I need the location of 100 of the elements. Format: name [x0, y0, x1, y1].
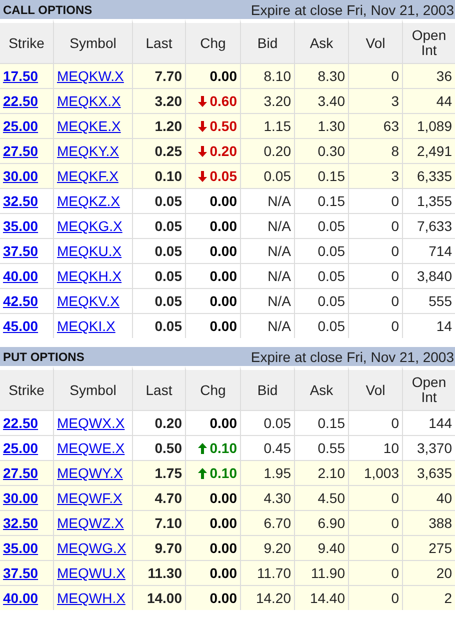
strike-link[interactable]: 27.50	[3, 465, 38, 481]
column-header: Last	[132, 366, 185, 410]
last-cell: 4.70	[132, 485, 185, 510]
change-value: 0.50	[210, 118, 237, 134]
open-interest-cell: 44	[402, 88, 455, 113]
strike-link[interactable]: 40.00	[3, 268, 38, 284]
last-cell: 14.00	[132, 585, 185, 610]
symbol-link[interactable]: MEQWX.X	[57, 415, 125, 431]
symbol-link[interactable]: MEQWY.X	[57, 465, 123, 481]
open-interest-cell: 36	[402, 63, 455, 88]
change-value: 0.05	[210, 168, 237, 184]
open-interest-cell: 2,491	[402, 138, 455, 163]
volume-cell: 0	[348, 585, 402, 610]
strike-link[interactable]: 32.50	[3, 515, 38, 531]
strike-link[interactable]: 30.00	[3, 490, 38, 506]
volume-cell: 3	[348, 88, 402, 113]
strike-link[interactable]: 22.50	[3, 415, 38, 431]
strike-link[interactable]: 45.00	[3, 318, 38, 334]
volume-cell: 0	[348, 485, 402, 510]
symbol-link[interactable]: MEQKU.X	[57, 243, 122, 259]
ask-cell: 0.15	[294, 410, 348, 435]
strike-link[interactable]: 40.00	[3, 590, 38, 606]
symbol-link[interactable]: MEQKE.X	[57, 118, 121, 134]
strike-link[interactable]: 27.50	[3, 143, 38, 159]
symbol-link[interactable]: MEQKV.X	[57, 293, 120, 309]
strike-link[interactable]: 25.00	[3, 118, 38, 134]
last-cell: 0.10	[132, 163, 185, 188]
change-value: 0.10	[210, 465, 237, 481]
ask-cell: 14.40	[294, 585, 348, 610]
column-header: Last	[132, 19, 185, 63]
bid-cell: 8.10	[240, 63, 294, 88]
symbol-link[interactable]: MEQKH.X	[57, 268, 122, 284]
symbol-link[interactable]: MEQWE.X	[57, 440, 125, 456]
symbol-link[interactable]: MEQKW.X	[57, 68, 124, 84]
symbol-link[interactable]: MEQKG.X	[57, 218, 122, 234]
last-cell: 0.05	[132, 263, 185, 288]
expiry-date: Expire at close Fri, Nov 21, 2003	[250, 348, 454, 364]
bid-cell: N/A	[240, 213, 294, 238]
bid-cell: 14.20	[240, 585, 294, 610]
open-interest-cell: 7,633	[402, 213, 455, 238]
ask-cell: 4.50	[294, 485, 348, 510]
ask-cell: 0.05	[294, 238, 348, 263]
symbol-link[interactable]: MEQKF.X	[57, 168, 118, 184]
symbol-link[interactable]: MEQKZ.X	[57, 193, 120, 209]
open-interest-cell: 1,355	[402, 188, 455, 213]
symbol-link[interactable]: MEQWU.X	[57, 565, 126, 581]
strike-link[interactable]: 22.50	[3, 93, 38, 109]
strike-link[interactable]: 30.00	[3, 168, 38, 184]
last-cell: 7.70	[132, 63, 185, 88]
symbol-link[interactable]: MEQWF.X	[57, 490, 122, 506]
volume-cell: 0	[348, 510, 402, 535]
volume-cell: 0	[348, 410, 402, 435]
strike-link[interactable]: 35.00	[3, 540, 38, 556]
volume-cell: 0	[348, 288, 402, 313]
bid-cell: 0.45	[240, 435, 294, 460]
symbol-link[interactable]: MEQKX.X	[57, 93, 121, 109]
strike-link[interactable]: 37.50	[3, 243, 38, 259]
change-value: 0.00	[210, 218, 237, 234]
symbol-link[interactable]: MEQWZ.X	[57, 515, 124, 531]
bid-cell: 3.20	[240, 88, 294, 113]
strike-link[interactable]: 35.00	[3, 218, 38, 234]
volume-cell: 0	[348, 313, 402, 338]
ask-cell: 8.30	[294, 63, 348, 88]
volume-cell: 0	[348, 63, 402, 88]
open-interest-cell: 14	[402, 313, 455, 338]
change-value: 0.00	[210, 540, 237, 556]
ask-cell: 6.90	[294, 510, 348, 535]
strike-link[interactable]: 17.50	[3, 68, 38, 84]
volume-cell: 0	[348, 560, 402, 585]
column-header: Open Int	[402, 19, 455, 63]
column-header: Ask	[294, 19, 348, 63]
column-header: Chg	[185, 19, 240, 63]
change-value: 0.00	[210, 490, 237, 506]
strike-link[interactable]: 42.50	[3, 293, 38, 309]
last-cell: 3.20	[132, 88, 185, 113]
strike-link[interactable]: 25.00	[3, 440, 38, 456]
open-interest-cell: 3,635	[402, 460, 455, 485]
ask-cell: 0.15	[294, 188, 348, 213]
volume-cell: 8	[348, 138, 402, 163]
strike-link[interactable]: 32.50	[3, 193, 38, 209]
column-header: Chg	[185, 366, 240, 410]
symbol-link[interactable]: MEQKY.X	[57, 143, 119, 159]
open-interest-cell: 714	[402, 238, 455, 263]
change-value: 0.00	[210, 515, 237, 531]
bid-cell: 1.95	[240, 460, 294, 485]
column-header: Bid	[240, 19, 294, 63]
open-interest-cell: 555	[402, 288, 455, 313]
symbol-link[interactable]: MEQKI.X	[57, 318, 116, 334]
bid-cell: 9.20	[240, 535, 294, 560]
bid-cell: 6.70	[240, 510, 294, 535]
last-cell: 0.25	[132, 138, 185, 163]
change-value: 0.00	[210, 293, 237, 309]
change-value: 0.10	[210, 440, 237, 456]
strike-link[interactable]: 37.50	[3, 565, 38, 581]
volume-cell: 3	[348, 163, 402, 188]
ask-cell: 0.30	[294, 138, 348, 163]
ask-cell: 0.55	[294, 435, 348, 460]
symbol-link[interactable]: MEQWH.X	[57, 590, 126, 606]
open-interest-cell: 2	[402, 585, 455, 610]
symbol-link[interactable]: MEQWG.X	[57, 540, 126, 556]
